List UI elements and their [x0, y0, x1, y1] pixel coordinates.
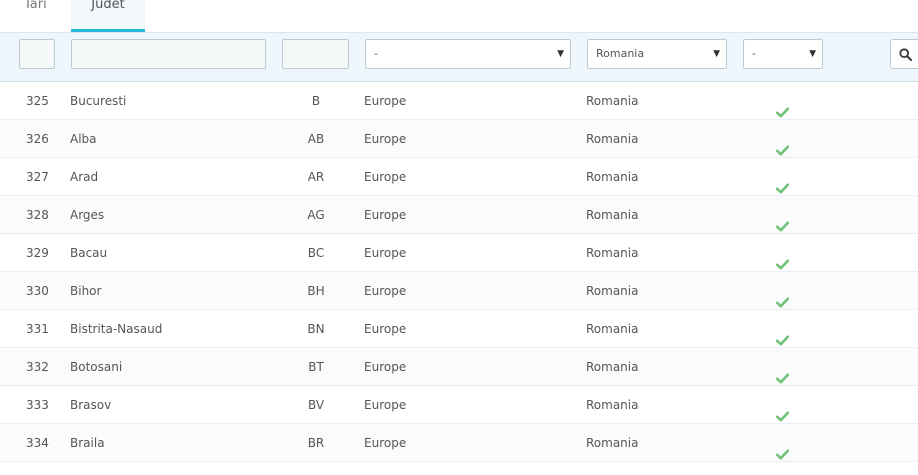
cell-iso-code: BN	[307, 322, 325, 336]
cell-id: 329	[26, 246, 49, 260]
cell-iso-code: AG	[307, 208, 325, 222]
cell-country: Romania	[586, 398, 639, 412]
cell-id: 332	[26, 360, 49, 374]
table-row[interactable]: 327 Arad AR Europe Romania	[0, 158, 918, 196]
cell-id: 328	[26, 208, 49, 222]
table-row[interactable]: 332 Botosani BT Europe Romania	[0, 348, 918, 386]
cell-country: Romania	[586, 132, 639, 146]
cell-zone: Europe	[364, 208, 407, 222]
filter-active-select[interactable]: - ▼	[743, 39, 823, 69]
search-button[interactable]	[890, 39, 918, 69]
cell-iso-code: BT	[308, 360, 324, 374]
tab-judet[interactable]: Judet	[71, 0, 145, 32]
table-row[interactable]: 329 Bacau BC Europe Romania	[0, 234, 918, 272]
cell-id: 333	[26, 398, 49, 412]
cell-name: Bistrita-Nasaud	[70, 322, 163, 336]
cell-iso-code: AB	[307, 132, 325, 146]
cell-zone: Europe	[364, 360, 407, 374]
table-row[interactable]: 330 Bihor BH Europe Romania	[0, 272, 918, 310]
cell-zone: Europe	[364, 398, 407, 412]
cell-name: Bucuresti	[70, 94, 127, 108]
cell-zone: Europe	[364, 322, 407, 336]
cell-country: Romania	[586, 436, 639, 450]
caret-down-icon: ▼	[713, 49, 720, 59]
table-row[interactable]: 333 Brasov BV Europe Romania	[0, 386, 918, 424]
cell-country: Romania	[586, 284, 639, 298]
cell-iso-code: BV	[307, 398, 325, 412]
cell-id: 326	[26, 132, 49, 146]
cell-id: 334	[26, 436, 49, 450]
cell-iso-code: BH	[307, 284, 325, 298]
cell-iso-code: BC	[307, 246, 325, 260]
filter-country-value: Romania	[596, 47, 645, 60]
cell-id: 331	[26, 322, 49, 336]
cell-name: Bacau	[70, 246, 108, 260]
cell-iso-code: BR	[307, 436, 325, 450]
cell-country: Romania	[586, 246, 639, 260]
caret-down-icon: ▼	[557, 49, 564, 59]
caret-down-icon: ▼	[809, 49, 816, 59]
cell-name: Arad	[70, 170, 99, 184]
cell-zone: Europe	[364, 284, 407, 298]
filter-zone-value: -	[374, 47, 378, 60]
filter-active-value: -	[752, 47, 756, 60]
filter-name-input[interactable]	[71, 39, 266, 69]
cell-iso-code: AR	[307, 170, 325, 184]
cell-name: Braila	[70, 436, 105, 450]
cell-name: Brasov	[70, 398, 112, 412]
table-row[interactable]: 325 Bucuresti B Europe Romania	[0, 82, 918, 120]
search-icon	[899, 48, 912, 61]
cell-country: Romania	[586, 322, 639, 336]
check-icon[interactable]	[775, 437, 790, 475]
cell-country: Romania	[586, 170, 639, 184]
cell-zone: Europe	[364, 94, 407, 108]
tab-judet-label: Judet	[91, 0, 125, 12]
tab-bar: Tari Judet	[0, 0, 918, 32]
cell-name: Arges	[70, 208, 105, 222]
table-body: 325 Bucuresti B Europe Romania 326 Alba AB Europ…	[0, 82, 918, 462]
tab-tari[interactable]: Tari	[24, 0, 47, 15]
filter-row: - ▼ Romania ▼ - ▼	[0, 32, 918, 82]
cell-name: Botosani	[70, 360, 123, 374]
cell-name: Bihor	[70, 284, 102, 298]
cell-id: 330	[26, 284, 49, 298]
cell-iso-code: B	[311, 94, 321, 108]
table-row[interactable]: 328 Arges AG Europe Romania	[0, 196, 918, 234]
filter-zone-select[interactable]: - ▼	[365, 39, 571, 69]
cell-country: Romania	[586, 94, 639, 108]
cell-country: Romania	[586, 208, 639, 222]
filter-id-input[interactable]	[19, 39, 55, 69]
table-row[interactable]: 331 Bistrita-Nasaud BN Europe Romania	[0, 310, 918, 348]
cell-id: 325	[26, 94, 49, 108]
cell-country: Romania	[586, 360, 639, 374]
table-row[interactable]: 326 Alba AB Europe Romania	[0, 120, 918, 158]
table-row[interactable]: 334 Braila BR Europe Romania	[0, 424, 918, 462]
filter-iso-input[interactable]	[282, 39, 349, 69]
cell-zone: Europe	[364, 246, 407, 260]
filter-country-select[interactable]: Romania ▼	[587, 39, 727, 69]
cell-name: Alba	[70, 132, 97, 146]
cell-zone: Europe	[364, 436, 407, 450]
cell-id: 327	[26, 170, 49, 184]
cell-zone: Europe	[364, 132, 407, 146]
cell-zone: Europe	[364, 170, 407, 184]
